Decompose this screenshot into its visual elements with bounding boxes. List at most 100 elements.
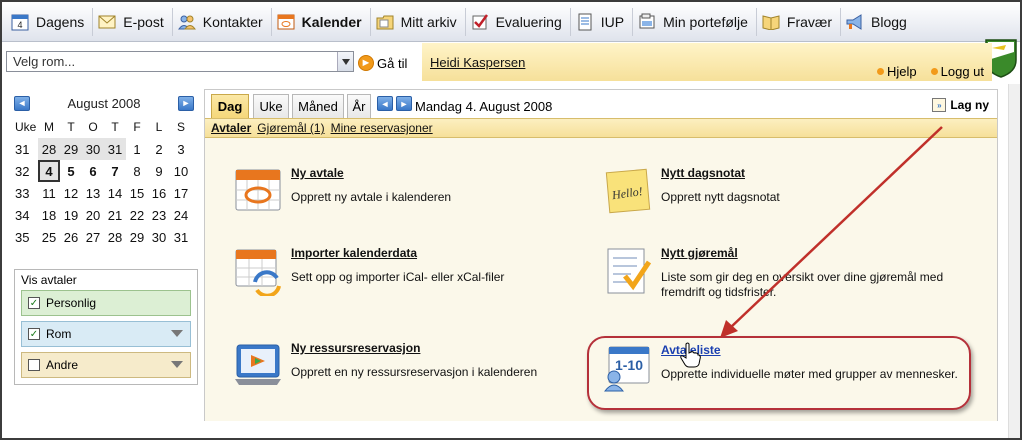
calendar-day[interactable]: 28 [38,138,60,160]
calendar-day[interactable]: 20 [82,204,104,226]
option-title[interactable]: Nytt dagsnotat [661,166,745,180]
week-header: Uke [15,120,37,134]
expand-triangle-icon[interactable] [171,330,183,337]
option-nytt-gjoremal: Nytt gjøremål Liste som gir deg en overs… [603,246,973,312]
calendar-day[interactable]: 25 [38,226,60,248]
nav-item-evaluering[interactable]: Evaluering [466,7,571,36]
expand-triangle-icon[interactable] [171,361,183,368]
calendar-day[interactable]: 28 [104,226,126,248]
tab-maned[interactable]: Måned [292,94,344,118]
subtab-avtaler[interactable]: Avtaler [211,121,251,135]
calendar-day[interactable]: 29 [60,138,82,160]
subtab-gjoremal[interactable]: Gjøremål (1) [257,121,324,135]
tab-uke[interactable]: Uke [253,94,289,118]
option-title[interactable]: Importer kalenderdata [291,246,417,260]
create-new-button[interactable]: » Lag ny [932,98,989,112]
prev-month-button[interactable]: ◄ [14,95,30,111]
calendar-day[interactable]: 2 [148,138,170,160]
nav-item-kontakter[interactable]: Kontakter [173,7,272,36]
calendar-day[interactable]: 26 [60,226,82,248]
calendar-day[interactable]: 30 [82,138,104,160]
rom-checkbox[interactable]: ✓ [28,328,40,340]
calendar-day[interactable]: 9 [148,160,170,182]
room-picker-area: Velg rom... ► Gå til [2,43,422,81]
nav-item-min-portefolje[interactable]: Min portefølje [633,7,757,36]
mini-calendar-title: August 2008 [67,95,141,111]
resource-reservation-icon [233,341,283,391]
filter-andre[interactable]: Andre [21,352,191,378]
week-number[interactable]: 35 [14,226,38,248]
calendar-day[interactable]: 27 [82,226,104,248]
nav-item-dagens[interactable]: 4 Dagens [6,7,94,36]
weekday-header: F [133,120,141,134]
filter-personlig[interactable]: ✓ Personlig [21,290,191,316]
calendar-day[interactable]: 18 [38,204,60,226]
nav-item-epost[interactable]: E-post [93,7,173,36]
calendar-main-panel: Dag Uke Måned År ◄ ► Mandag 4. August 20… [204,89,998,421]
calendar-day[interactable]: 21 [104,204,126,226]
nav-item-kalender[interactable]: Kalender [272,7,371,36]
appointment-list-icon: 1-10 [603,343,653,393]
calendar-day[interactable]: 17 [170,182,192,204]
option-ny-avtale: Ny avtale Opprett ny avtale i kalenderen [233,166,603,232]
calendar-day[interactable]: 29 [126,226,148,248]
option-description: Liste som gir deg en oversikt over dine … [661,270,944,299]
next-day-button[interactable]: ► [396,96,412,111]
calendar-day[interactable]: 7 [104,160,126,182]
nav-item-mitt-arkiv[interactable]: Mitt arkiv [371,7,466,36]
calendar-day[interactable]: 22 [126,204,148,226]
calendar-day[interactable]: 1 [126,138,148,160]
calendar-day[interactable]: 30 [148,226,170,248]
option-title[interactable]: Nytt gjøremål [661,246,738,260]
nav-item-fravaer[interactable]: Fravær [757,7,842,36]
calendar-day[interactable]: 5 [60,160,82,182]
calendar-day[interactable]: 31 [170,226,192,248]
nav-item-blogg[interactable]: Blogg [841,8,915,36]
calendar-day[interactable]: 10 [170,160,192,182]
calendar-day[interactable]: 3 [170,138,192,160]
option-title[interactable]: Ny ressursreservasjon [291,341,420,355]
calendar-day[interactable]: 19 [60,204,82,226]
sub-tabs: Avtaler Gjøremål (1) Mine reservasjoner [205,118,997,138]
calendar-day[interactable]: 15 [126,182,148,204]
calendar-day[interactable]: 16 [148,182,170,204]
personlig-checkbox[interactable]: ✓ [28,297,40,309]
calendar-day[interactable]: 11 [38,182,60,204]
option-description: Opprett nytt dagsnotat [661,190,780,204]
help-link[interactable]: Hjelp [877,64,917,79]
week-number[interactable]: 33 [14,182,38,204]
calendar-day[interactable]: 8 [126,160,148,182]
calendar-day[interactable]: 6 [82,160,104,182]
nav-label: Evaluering [495,13,562,30]
logout-link[interactable]: Logg ut [930,64,984,79]
room-select[interactable]: Velg rom... [6,51,354,72]
calendar-day[interactable]: 31 [104,138,126,160]
toolbar-row: Velg rom... ► Gå til Heidi Kaspersen Hje… [2,43,992,81]
filter-rom[interactable]: ✓ Rom [21,321,191,347]
weekday-header: M [44,120,54,134]
subtab-reservasjoner[interactable]: Mine reservasjoner [331,121,433,135]
week-number[interactable]: 32 [14,160,38,182]
tab-ar[interactable]: År [347,94,371,118]
scrollbar[interactable] [1008,84,1020,438]
nav-label: Kalender [301,13,362,30]
prev-day-button[interactable]: ◄ [377,96,393,111]
option-title[interactable]: Ny avtale [291,166,344,180]
calendar-day[interactable]: 14 [104,182,126,204]
nav-item-iup[interactable]: IUP [571,7,634,36]
calendar-day[interactable]: 13 [82,182,104,204]
calendar-day[interactable]: 23 [148,204,170,226]
nav-label: IUP [600,13,625,30]
calendar-day-today[interactable]: 4 [38,160,60,182]
username-link[interactable]: Heidi Kaspersen [430,55,525,70]
weekday-header: S [176,120,185,134]
calendar-day[interactable]: 12 [60,182,82,204]
calendar-day[interactable]: 24 [170,204,192,226]
andre-checkbox[interactable] [28,359,40,371]
goto-button[interactable]: ► Gå til [358,55,407,71]
tab-dag[interactable]: Dag [211,94,249,118]
chevron-down-icon[interactable] [337,52,353,71]
next-month-button[interactable]: ► [177,95,194,111]
week-number[interactable]: 34 [14,204,38,226]
week-number[interactable]: 31 [14,138,38,160]
